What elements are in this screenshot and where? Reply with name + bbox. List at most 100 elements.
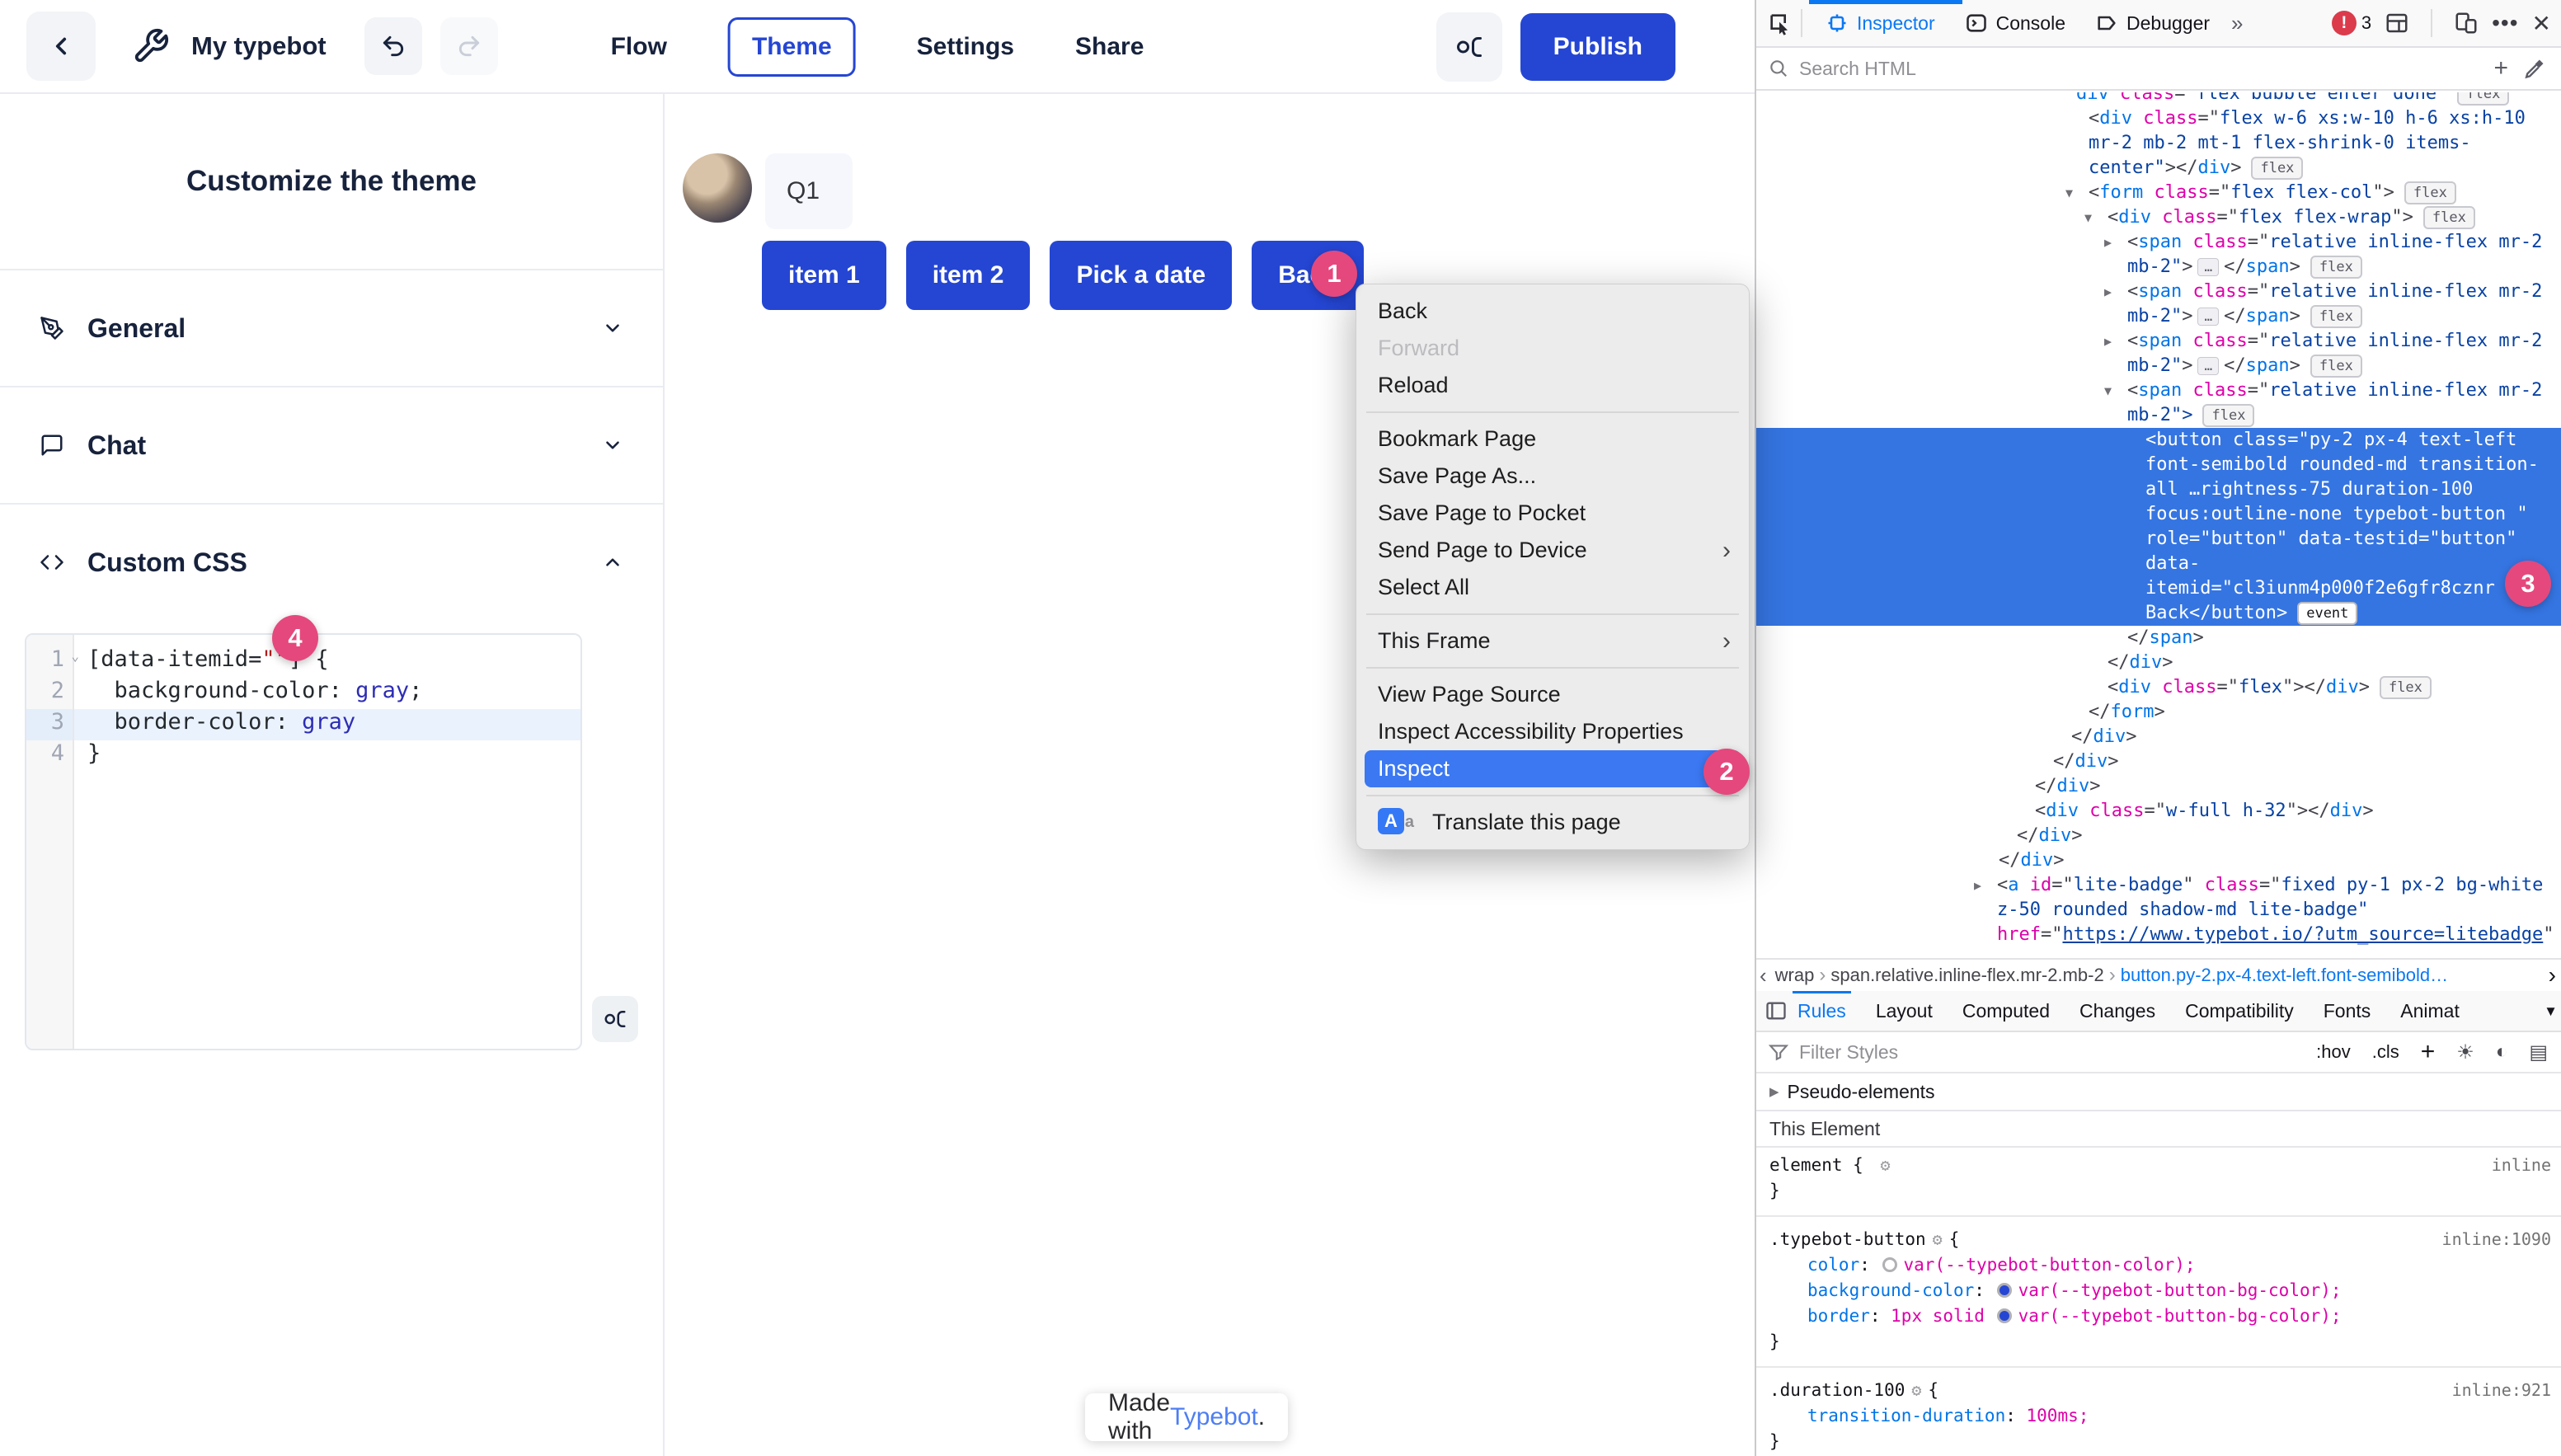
- css-declaration[interactable]: color: var(--typebot-button-color);: [1769, 1252, 2561, 1278]
- devtools-html-row[interactable]: mb-2">…</span>flex: [1756, 304, 2561, 329]
- publish-button[interactable]: Publish: [1520, 13, 1675, 81]
- menu-item-select-all[interactable]: Select All: [1356, 569, 1749, 606]
- close-devtools-icon[interactable]: ✕: [2532, 10, 2551, 37]
- devtools-html-row[interactable]: ▼<span class="relative inline-flex mr-2: [1756, 378, 2561, 403]
- expand-arrow-icon[interactable]: ▶: [2104, 329, 2112, 354]
- rule-source-link[interactable]: inline:1090: [2442, 1227, 2551, 1252]
- made-with-badge[interactable]: Made with Typebot .: [1085, 1393, 1288, 1441]
- devtools-html-row[interactable]: </div>: [1756, 848, 2561, 873]
- breadcrumb-item[interactable]: button.py-2.px-4.text-left.font-semibold…: [2121, 965, 2448, 986]
- search-html-bar[interactable]: Search HTML +: [1756, 48, 2561, 91]
- breadcrumb-item[interactable]: wrap: [1775, 965, 1815, 986]
- gear-icon[interactable]: ⚙: [1911, 1380, 1921, 1400]
- event-badge[interactable]: event: [2297, 602, 2357, 625]
- filter-toggle-[interactable]: ◐: [2496, 1040, 2508, 1064]
- devtools-html-row[interactable]: </div>: [1756, 749, 2561, 774]
- editor-code[interactable]: [data-itemid=""] { background-color: gra…: [74, 635, 580, 1049]
- flex-badge[interactable]: flex: [2310, 355, 2362, 378]
- devtools-html-row[interactable]: all …rightness-75 duration-100: [1756, 477, 2561, 502]
- panel-tab-computed[interactable]: Computed: [1962, 991, 2050, 1031]
- filter-toggle-cls[interactable]: .cls: [2372, 1041, 2399, 1063]
- menu-item-view-page-source[interactable]: View Page Source: [1356, 676, 1749, 713]
- panel-tab-layout[interactable]: Layout: [1876, 991, 1933, 1031]
- filter-toggle-hov[interactable]: :hov: [2316, 1041, 2351, 1063]
- menu-item-send-page-to-device[interactable]: Send Page to Device›: [1356, 532, 1749, 569]
- panel-tab-changes[interactable]: Changes: [2079, 991, 2155, 1031]
- devtools-html-row[interactable]: </div>: [1756, 725, 2561, 749]
- preview-user-button[interactable]: [592, 996, 638, 1042]
- panel-tab-compatibility[interactable]: Compatibility: [2185, 991, 2294, 1031]
- filter-toggle-[interactable]: ▤: [2529, 1040, 2548, 1064]
- code-line[interactable]: }: [74, 740, 580, 772]
- devtools-html-row[interactable]: <button class="py-2 px-4 text-left: [1756, 428, 2561, 453]
- nav-tab-theme[interactable]: Theme: [728, 17, 856, 77]
- panel-tab-animat[interactable]: Animat: [2400, 991, 2460, 1031]
- menu-item-reload[interactable]: Reload: [1356, 367, 1749, 404]
- devtools-html-row[interactable]: data-: [1756, 552, 2561, 576]
- devtools-html-row[interactable]: </div>: [1756, 774, 2561, 799]
- menu-item-bookmark-page[interactable]: Bookmark Page: [1356, 420, 1749, 458]
- expand-arrow-icon[interactable]: ▶: [2104, 230, 2112, 255]
- code-line[interactable]: background-color: gray;: [74, 678, 580, 709]
- collapse-arrow-icon[interactable]: ▼: [2104, 378, 2112, 403]
- filter-toggle-[interactable]: ☀: [2456, 1040, 2474, 1064]
- devtools-html-row[interactable]: ▶<span class="relative inline-flex mr-2: [1756, 329, 2561, 354]
- panel-tabs-overflow-icon[interactable]: ▼: [2544, 991, 2558, 1032]
- toggle-sidebar-icon[interactable]: [1765, 999, 1788, 1022]
- devtools-html-row[interactable]: ▶<span class="relative inline-flex mr-2: [1756, 230, 2561, 255]
- menu-item-back[interactable]: Back: [1356, 293, 1749, 330]
- rule-selector[interactable]: element: [1769, 1155, 1843, 1175]
- responsive-mode-icon[interactable]: [2454, 11, 2479, 35]
- devtools-html-row[interactable]: mb-2">…</span>flex: [1756, 354, 2561, 378]
- filter-toggle-[interactable]: +: [2421, 1038, 2436, 1066]
- collapse-arrow-icon[interactable]: ▼: [2065, 181, 2073, 205]
- breadcrumb-item[interactable]: span.relative.inline-flex.mr-2.mb-2: [1830, 965, 2103, 986]
- devtools-html-row[interactable]: </form>: [1756, 700, 2561, 725]
- devtools-html-row[interactable]: ▶<a id="lite-badge" class="fixed py-1 px…: [1756, 873, 2561, 898]
- error-count-badge[interactable]: ! 3: [2332, 11, 2371, 35]
- nav-tab-share[interactable]: Share: [1075, 33, 1144, 61]
- choice-button-pick-a-date[interactable]: Pick a date: [1050, 241, 1232, 310]
- gear-icon[interactable]: ⚙: [1880, 1155, 1890, 1175]
- sidebar-section-chat[interactable]: Chat: [0, 386, 663, 503]
- devtools-html-row[interactable]: mb-2">flex: [1756, 403, 2561, 428]
- devtools-html-row[interactable]: center"></div>flex: [1756, 156, 2561, 181]
- expand-arrow-icon[interactable]: ▶: [1974, 873, 1981, 898]
- devtools-html-row[interactable]: <div class="w-full h-32"></div>: [1756, 799, 2561, 824]
- devtools-tab-inspector[interactable]: Inspector: [1826, 12, 1935, 35]
- flex-badge[interactable]: flex: [2404, 181, 2456, 204]
- collapse-arrow-icon[interactable]: ▼: [2084, 205, 2092, 230]
- devtools-menu-icon[interactable]: •••: [2492, 10, 2518, 36]
- nav-tab-flow[interactable]: Flow: [611, 33, 667, 61]
- code-line[interactable]: [data-itemid=""] {: [74, 646, 580, 678]
- breadcrumb-scroll-left[interactable]: ‹: [1760, 963, 1767, 989]
- pseudo-elements-row[interactable]: ▶ Pseudo-elements: [1756, 1073, 2561, 1111]
- breadcrumb-scroll-right[interactable]: ›: [2549, 962, 2561, 989]
- panel-tab-rules[interactable]: Rules: [1797, 991, 1846, 1031]
- devtools-html-row[interactable]: href="https://www.typebot.io/?utm_source…: [1756, 923, 2561, 947]
- flex-badge[interactable]: flex: [2457, 92, 2509, 106]
- menu-item-save-page-to-pocket[interactable]: Save Page to Pocket: [1356, 495, 1749, 532]
- panel-tab-fonts[interactable]: Fonts: [2324, 991, 2371, 1031]
- choice-button-item-2[interactable]: item 2: [906, 241, 1031, 310]
- css-declaration[interactable]: border: 1px solid var(--typebot-button-b…: [1769, 1303, 2561, 1329]
- rule-selector[interactable]: .duration-100: [1769, 1380, 1905, 1400]
- devtools-html-row[interactable]: font-semibold rounded-md transition-: [1756, 453, 2561, 477]
- devtools-html-row[interactable]: mb-2">…</span>flex: [1756, 255, 2561, 279]
- color-swatch[interactable]: [1997, 1308, 2012, 1323]
- filter-styles-bar[interactable]: Filter Styles :hov.cls+☀◐▤: [1756, 1032, 2561, 1073]
- flex-badge[interactable]: flex: [2423, 206, 2475, 229]
- devtools-tab-debugger[interactable]: Debugger: [2095, 12, 2210, 35]
- back-button[interactable]: [26, 12, 96, 81]
- menu-item-forward[interactable]: Forward: [1356, 330, 1749, 367]
- sidebar-section-custom-css[interactable]: Custom CSS: [0, 503, 663, 620]
- gear-icon[interactable]: ⚙: [1933, 1229, 1943, 1249]
- flex-badge[interactable]: flex: [2310, 305, 2362, 328]
- choice-button-item-1[interactable]: item 1: [762, 241, 886, 310]
- menu-item-inspect[interactable]: Inspect: [1365, 750, 1741, 787]
- code-line[interactable]: border-color: gray: [74, 709, 580, 740]
- pick-element-icon[interactable]: [1766, 10, 1793, 36]
- menu-item-inspect-accessibility-properties[interactable]: Inspect Accessibility Properties: [1356, 713, 1749, 750]
- flex-badge[interactable]: flex: [2380, 676, 2432, 699]
- css-declaration[interactable]: background-color: var(--typebot-button-b…: [1769, 1278, 2561, 1303]
